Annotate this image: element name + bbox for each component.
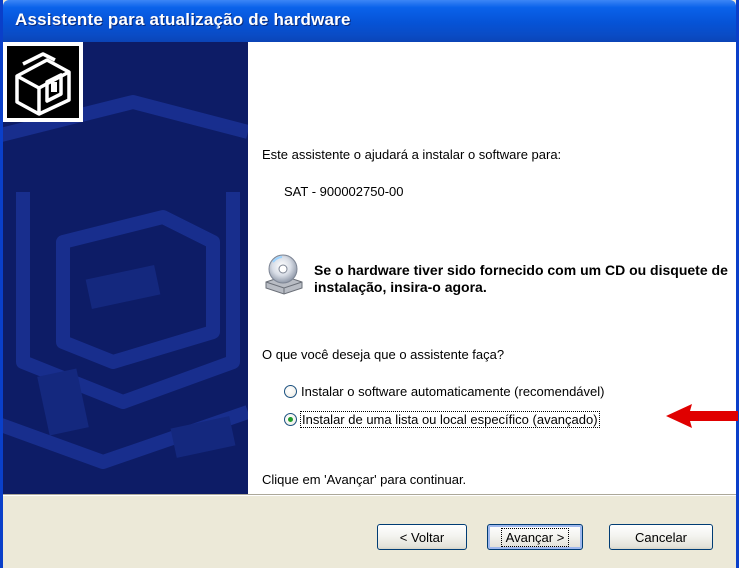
wizard-content: Este assistente o ajudará a instalar o s… <box>3 42 736 494</box>
back-button-label: < Voltar <box>399 529 445 545</box>
next-button[interactable]: Avançar > <box>487 524 583 550</box>
title-bar[interactable]: Assistente para atualização de hardware <box>3 0 736 42</box>
radio-label-automatic[interactable]: Instalar o software automaticamente (rec… <box>301 384 604 399</box>
intro-text: Este assistente o ajudará a instalar o s… <box>262 147 562 162</box>
radio-button-automatic[interactable] <box>284 385 297 398</box>
cd-drive-icon <box>265 254 303 295</box>
hardware-wizard-icon <box>3 42 83 122</box>
wizard-window: Assistente para atualização de hardware <box>0 0 739 568</box>
red-arrow-icon <box>666 404 738 428</box>
radio-option-advanced[interactable]: Instalar de uma lista ou local específic… <box>284 411 600 428</box>
wizard-main-panel: Este assistente o ajudará a instalar o s… <box>248 42 736 494</box>
button-bar: < Voltar Avançar > Cancelar <box>3 496 736 568</box>
next-button-label: Avançar > <box>500 527 570 547</box>
radio-button-advanced[interactable] <box>284 413 297 426</box>
cancel-button-label: Cancelar <box>634 529 688 545</box>
device-name: SAT - 900002750-00 <box>284 184 404 199</box>
window-title: Assistente para atualização de hardware <box>15 10 351 29</box>
continue-hint: Clique em 'Avançar' para continuar. <box>262 472 467 487</box>
cd-notice: Se o hardware tiver sido fornecido com u… <box>314 262 728 295</box>
back-button[interactable]: < Voltar <box>377 524 467 550</box>
cancel-button[interactable]: Cancelar <box>609 524 713 550</box>
radio-option-automatic[interactable]: Instalar o software automaticamente (rec… <box>284 384 604 399</box>
sidebar-banner <box>3 42 248 494</box>
radio-label-advanced[interactable]: Instalar de uma lista ou local específic… <box>300 411 600 428</box>
question-text: O que você deseja que o assistente faça? <box>262 347 505 362</box>
